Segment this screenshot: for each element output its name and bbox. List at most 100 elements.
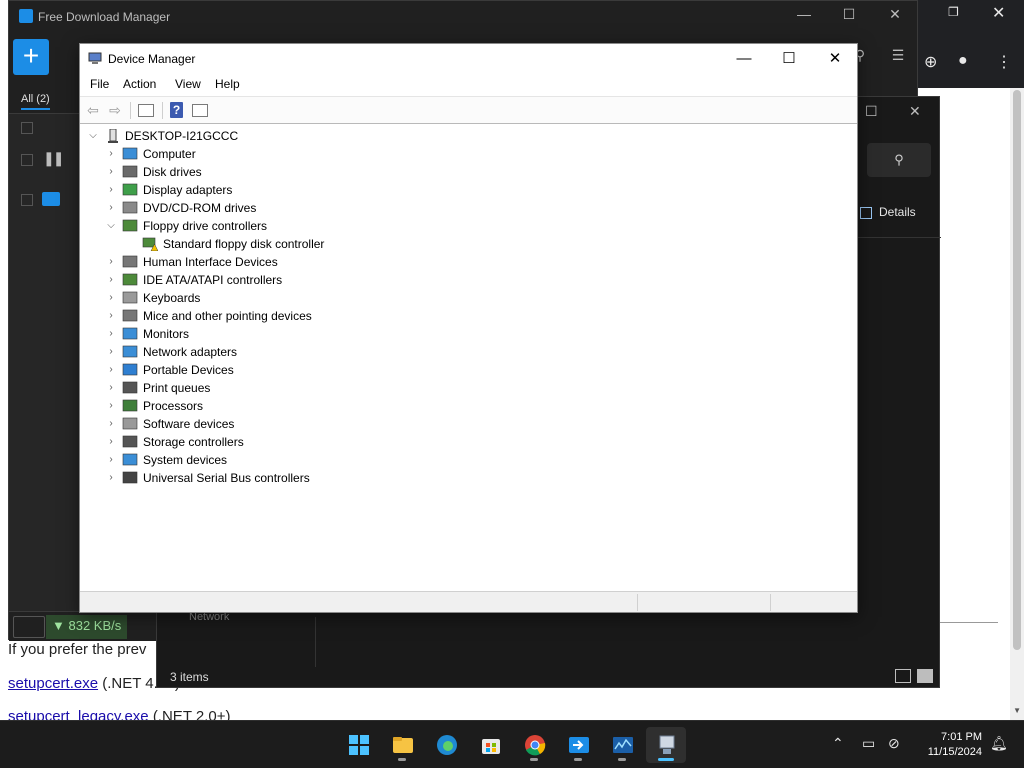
show-action-pane-icon[interactable] [192, 104, 208, 117]
disk-drive-icon [122, 165, 138, 178]
maximize-icon[interactable]: ☐ [865, 103, 878, 120]
speed-value: 832 KB/s [68, 618, 122, 633]
search-icon[interactable]: ⚲ [867, 143, 931, 177]
tree-item-label: Processors [143, 399, 204, 413]
forward-arrow-icon[interactable]: ⇨ [106, 102, 124, 118]
details-view-icon[interactable] [895, 669, 911, 683]
usb-icon [122, 471, 138, 484]
add-download-button[interactable]: + [13, 39, 49, 75]
expand-chevron-icon[interactable]: › [106, 469, 116, 487]
show-hide-console-tree-icon[interactable] [138, 104, 154, 117]
menu-icon[interactable]: ☰ [883, 47, 913, 64]
expand-chevron-icon[interactable]: › [106, 415, 116, 433]
folder-icon[interactable] [42, 192, 60, 206]
row-checkbox[interactable] [21, 154, 33, 166]
expand-chevron-icon[interactable]: › [106, 253, 116, 271]
expand-chevron-icon[interactable]: › [106, 451, 116, 469]
expand-chevron-icon[interactable]: › [106, 343, 116, 361]
expand-chevron-icon[interactable]: › [106, 289, 116, 307]
minimize-icon[interactable]: — [789, 6, 819, 22]
status-bar [80, 591, 857, 612]
network-adapter-icon [122, 345, 138, 358]
device-manager-icon [659, 735, 675, 754]
tab-all[interactable]: All (2) [21, 93, 50, 110]
taskbar-store[interactable] [470, 727, 510, 763]
taskbar-file-explorer[interactable] [382, 727, 422, 763]
monitor-icon [122, 327, 138, 340]
pause-icon[interactable]: ❚❚ [43, 150, 65, 167]
title-bar[interactable]: Device Manager — ☐ ✕ [80, 44, 857, 74]
collapse-chevron-icon[interactable]: ⌵ [106, 217, 116, 235]
tree-item-label: Software devices [143, 417, 235, 431]
tree-item-label: Monitors [143, 327, 190, 341]
close-icon[interactable]: ✕ [812, 48, 858, 72]
expand-chevron-icon[interactable]: › [106, 163, 116, 181]
expand-chevron-icon[interactable]: › [106, 397, 116, 415]
notification-bell-icon[interactable]: 🔔︎ [990, 735, 1008, 752]
setupcert-link[interactable]: setupcert.exe [8, 675, 98, 692]
chrome-icon [525, 735, 546, 756]
close-icon[interactable]: ✕ [992, 3, 1005, 23]
row-checkbox[interactable] [21, 194, 33, 206]
menu-action[interactable]: Action [123, 77, 156, 91]
taskbar-resource-monitor[interactable] [602, 727, 642, 763]
traffic-mode-icon[interactable] [13, 616, 45, 638]
expand-chevron-icon[interactable]: › [106, 433, 116, 451]
download-icon[interactable]: ⊕ [924, 52, 937, 72]
select-all-checkbox[interactable] [21, 122, 33, 134]
menu-file[interactable]: File [90, 77, 109, 91]
expand-chevron-icon[interactable]: › [106, 199, 116, 217]
taskbar-free-download-manager[interactable] [558, 727, 598, 763]
minimize-icon[interactable]: — [721, 48, 767, 72]
system-device-icon [122, 453, 138, 466]
menu-help[interactable]: Help [215, 77, 240, 91]
close-icon[interactable]: ✕ [880, 6, 910, 23]
taskbar-edge[interactable] [426, 727, 466, 763]
expand-chevron-icon[interactable]: › [106, 145, 116, 163]
taskbar-chrome[interactable] [514, 727, 554, 763]
expand-chevron-icon[interactable]: › [106, 325, 116, 343]
device-manager-icon [88, 52, 102, 64]
volume-muted-icon[interactable]: ⊘ [888, 735, 900, 752]
network-icon[interactable]: ▭ [862, 735, 875, 752]
status-divider [637, 594, 638, 611]
expand-chevron-icon[interactable]: › [106, 361, 116, 379]
toolbar-separator [162, 102, 163, 119]
tree-item-label: Storage controllers [143, 435, 244, 449]
scroll-down-arrow-icon[interactable]: ▼ [1013, 706, 1021, 715]
expand-chevron-icon[interactable]: › [106, 307, 116, 325]
expand-chevron-icon[interactable]: › [106, 379, 116, 397]
tree-item-label: Print queues [143, 381, 211, 395]
expand-chevron-icon[interactable]: › [106, 271, 116, 289]
scroll-thumb[interactable] [1013, 90, 1021, 650]
taskbar-device-manager[interactable] [646, 727, 686, 763]
profile-icon[interactable]: ● [958, 52, 968, 70]
system-clock[interactable]: 7:01 PM 11/15/2024 [916, 730, 982, 760]
page-scrollbar[interactable]: ▼ [1010, 0, 1024, 720]
show-hidden-icons-chevron-icon[interactable]: ⌃ [832, 735, 844, 752]
taskbar: ⌃ ▭ ⊘ 7:01 PM 11/15/2024 🔔︎ [0, 720, 1024, 768]
collapse-chevron-icon[interactable]: ⌵ [88, 127, 98, 145]
monitor-graph-icon [613, 737, 633, 753]
device-manager-window: Device Manager — ☐ ✕ File Action View He… [79, 43, 858, 613]
more-menu-icon[interactable]: ⋮ [996, 52, 1012, 72]
download-line-1: setupcert.exe (.NET 4.0+) [8, 675, 180, 692]
active-indicator [658, 758, 674, 761]
start-button[interactable] [338, 727, 378, 763]
display-adapter-icon [122, 183, 138, 196]
details-button[interactable]: Details [879, 205, 916, 219]
tiles-view-icon[interactable] [917, 669, 933, 683]
close-icon[interactable]: ✕ [909, 103, 921, 120]
back-arrow-icon[interactable]: ⇦ [84, 102, 102, 118]
maximize-icon[interactable]: ☐ [834, 6, 864, 23]
expand-chevron-icon[interactable]: › [106, 181, 116, 199]
processor-icon [122, 399, 138, 412]
tree-item-label: System devices [143, 453, 228, 467]
clock-time: 7:01 PM [941, 731, 982, 743]
download-list [9, 113, 89, 613]
help-icon[interactable]: ? [170, 102, 183, 118]
mouse-icon [122, 309, 138, 322]
restore-icon[interactable]: ❐ [948, 5, 959, 19]
maximize-icon[interactable]: ☐ [766, 48, 812, 72]
menu-view[interactable]: View [175, 77, 201, 91]
